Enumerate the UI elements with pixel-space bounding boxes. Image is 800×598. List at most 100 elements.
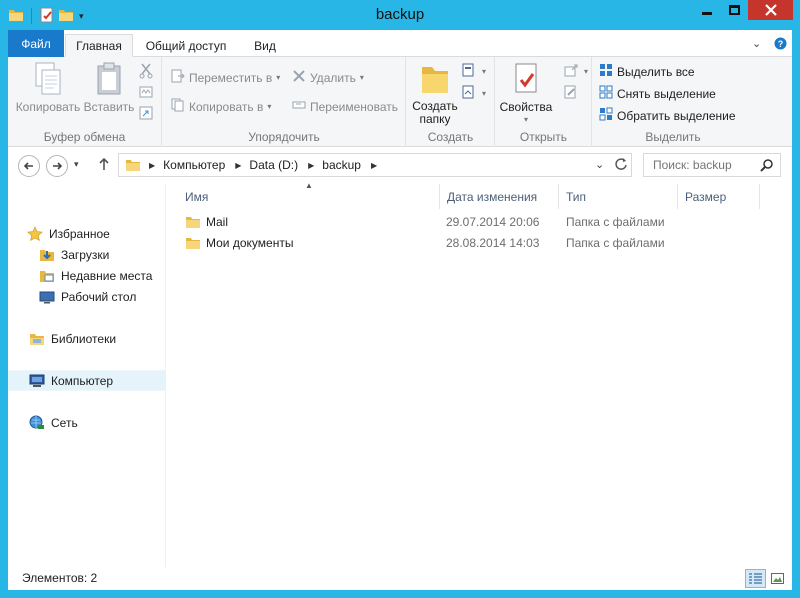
open-button[interactable]: ▾ — [564, 63, 588, 80]
recent-places-icon — [39, 268, 55, 284]
help-icon[interactable]: ? — [774, 37, 787, 53]
sort-ascending-icon: ▲ — [305, 181, 313, 190]
edit-button[interactable] — [564, 85, 580, 102]
file-row[interactable]: Мои документы 28.08.2014 14:03 Папка с ф… — [167, 233, 767, 254]
new-folder-icon — [419, 61, 451, 100]
select-all-button[interactable]: Выделить все — [599, 63, 695, 80]
window-title: backup — [375, 6, 425, 23]
status-bar: Элементов: 2 — [8, 567, 792, 590]
item-count: Элементов: 2 — [22, 571, 98, 585]
column-header-date[interactable]: Дата изменения — [440, 184, 559, 209]
folder-icon — [185, 214, 201, 233]
title-bar: ▾ backup — [0, 0, 800, 30]
window-content: Файл Главная Общий доступ Вид ⌄ ? Копиро… — [8, 30, 792, 590]
details-view-icon — [749, 573, 762, 584]
network-icon — [29, 415, 45, 431]
nav-favorites[interactable]: Избранное — [8, 223, 165, 244]
cut-button[interactable] — [139, 63, 153, 82]
paste-button[interactable]: Вставить — [82, 61, 136, 114]
copy-path-icon — [139, 85, 153, 102]
rename-icon — [292, 98, 306, 115]
arrow-left-icon — [23, 162, 33, 170]
select-all-icon — [599, 63, 613, 80]
breadcrumb-data-drive[interactable]: Data (D:) — [249, 158, 298, 172]
chevron-right-icon[interactable]: ▶ — [149, 161, 155, 170]
column-header-size[interactable]: Размер — [678, 184, 760, 209]
copy-to-button[interactable]: Копировать в ▾ — [171, 98, 271, 115]
address-bar[interactable]: ▶ Компьютер ▶ Data (D:) ▶ backup ▶ ⌄ — [118, 153, 632, 177]
move-icon — [171, 69, 185, 86]
scissors-icon — [139, 63, 153, 82]
file-name: Mail — [206, 215, 229, 229]
select-group: Выделить все Снять выделение Обратить вы… — [593, 57, 753, 147]
libraries-icon — [29, 331, 45, 347]
file-row[interactable]: Mail 29.07.2014 20:06 Папка с файлами — [167, 212, 767, 233]
file-date: 28.08.2014 14:03 — [446, 236, 540, 250]
chevron-down-icon[interactable]: ⌄ — [595, 158, 604, 171]
maximize-button[interactable] — [721, 0, 748, 20]
star-icon — [27, 225, 43, 242]
details-view-button[interactable] — [745, 569, 766, 588]
move-to-button[interactable]: Переместить в ▾ — [171, 69, 280, 86]
search-box[interactable] — [643, 153, 781, 177]
copy-path-button[interactable] — [139, 85, 153, 102]
large-icons-view-icon — [771, 573, 784, 584]
column-header-type[interactable]: Тип — [559, 184, 678, 209]
refresh-icon[interactable] — [614, 157, 628, 174]
arrow-right-icon — [53, 162, 63, 170]
delete-button[interactable]: Удалить ▾ — [292, 69, 364, 86]
ribbon: Копировать Вставить Буфер обмена Перемес… — [8, 57, 792, 147]
arrow-up-icon — [99, 157, 109, 170]
tab-home[interactable]: Главная — [65, 34, 133, 57]
edit-icon — [564, 85, 580, 102]
navigation-bar: ▾ ▶ Компьютер ▶ Data (D:) ▶ backup ▶ ⌄ — [8, 148, 792, 184]
svg-text:?: ? — [778, 39, 784, 49]
chevron-right-icon[interactable]: ▶ — [235, 161, 241, 170]
breadcrumb-backup[interactable]: backup — [322, 158, 361, 172]
rename-button[interactable]: Переименовать — [292, 98, 398, 115]
tab-share[interactable]: Общий доступ — [136, 34, 236, 57]
tab-file[interactable]: Файл — [8, 30, 64, 57]
properties-icon — [510, 61, 542, 100]
select-none-button[interactable]: Снять выделение — [599, 85, 716, 102]
back-button[interactable] — [18, 155, 40, 177]
large-icons-view-button[interactable] — [767, 569, 788, 588]
file-type: Папка с файлами — [566, 215, 665, 229]
close-button[interactable] — [748, 0, 793, 20]
clipboard-group: Копировать Вставить Буфер обмена — [8, 57, 162, 147]
nav-desktop[interactable]: Рабочий стол — [8, 286, 165, 307]
paste-shortcut-button[interactable] — [139, 106, 153, 123]
properties-button[interactable]: Свойства ▾ — [498, 61, 554, 124]
search-input[interactable] — [653, 158, 763, 172]
chevron-down-icon[interactable]: ⌄ — [752, 37, 761, 50]
up-button[interactable] — [98, 157, 110, 174]
tab-view[interactable]: Вид — [244, 34, 286, 57]
invert-selection-button[interactable]: Обратить выделение — [599, 107, 736, 124]
organize-group: Переместить в ▾ Копировать в ▾ Удалить ▾ Пе… — [163, 57, 406, 147]
copy-button[interactable]: Копировать — [14, 61, 82, 114]
nav-libraries[interactable]: Библиотеки — [8, 328, 165, 349]
search-icon[interactable] — [760, 158, 774, 175]
copy-to-icon — [171, 98, 185, 115]
nav-downloads[interactable]: Загрузки — [8, 244, 165, 265]
new-item-button[interactable]: ▾ — [462, 63, 486, 80]
invert-selection-icon — [599, 107, 613, 124]
chevron-right-icon[interactable]: ▶ — [371, 161, 377, 170]
recent-locations-icon[interactable]: ▾ — [74, 159, 79, 170]
ribbon-tabs: Файл Главная Общий доступ Вид ⌄ ? — [8, 30, 792, 57]
file-date: 29.07.2014 20:06 — [446, 215, 540, 229]
forward-button[interactable] — [46, 155, 68, 177]
breadcrumb-computer[interactable]: Компьютер — [163, 158, 225, 172]
chevron-right-icon[interactable]: ▶ — [308, 161, 314, 170]
nav-recent-places[interactable]: Недавние места — [8, 265, 165, 286]
desktop-icon — [39, 289, 55, 305]
column-header-name[interactable]: ▲ Имя — [167, 181, 440, 209]
easy-access-button[interactable]: ▾ — [462, 85, 486, 102]
nav-computer[interactable]: Компьютер — [8, 370, 165, 391]
nav-network[interactable]: Сеть — [8, 412, 165, 433]
minimize-button[interactable] — [693, 0, 721, 20]
select-none-icon — [599, 85, 613, 102]
file-list: ▲ Имя Дата изменения Тип Размер Mail 29.… — [167, 181, 792, 567]
new-folder-button[interactable]: Создать папку — [410, 61, 460, 126]
open-group: Свойства ▾ ▾ Открыть — [496, 57, 592, 147]
